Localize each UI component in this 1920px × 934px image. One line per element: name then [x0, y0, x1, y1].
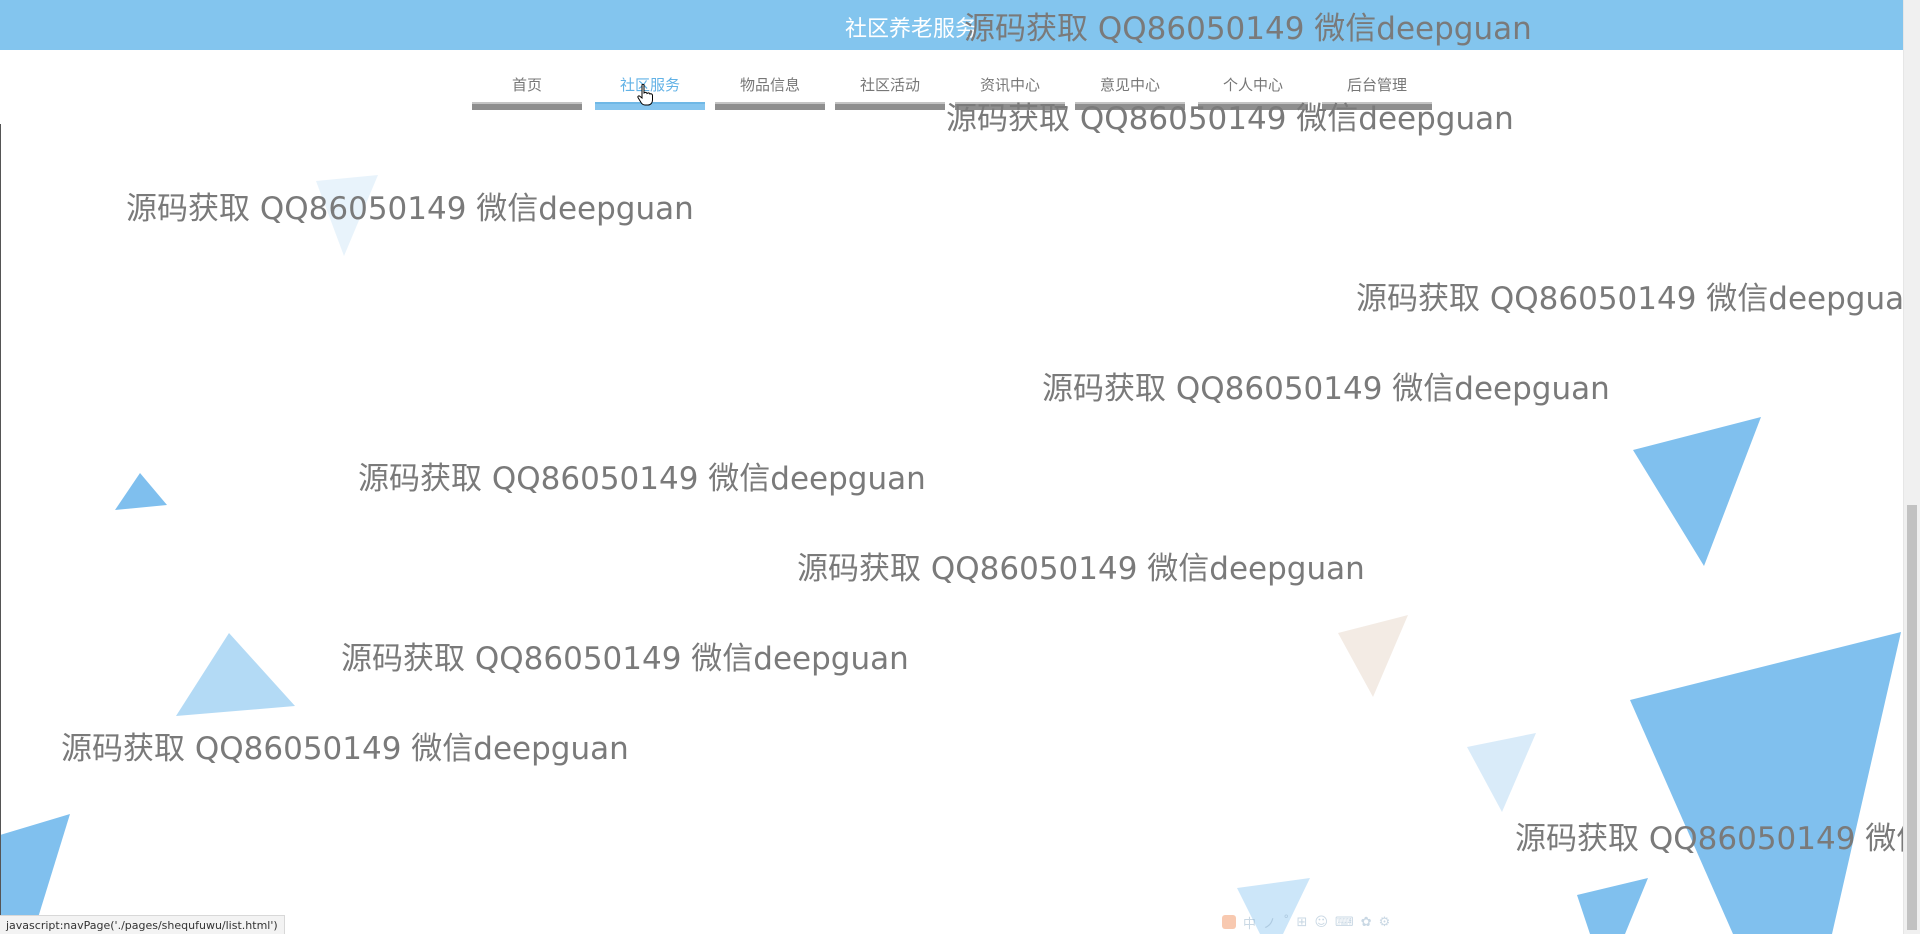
- nav-item-label: 资讯中心: [979, 76, 1040, 94]
- ime-logo-icon[interactable]: [1222, 915, 1236, 929]
- nav-item-community-activities[interactable]: 社区活动: [835, 50, 945, 124]
- page: 社区养老服务 首页 社区服务 物品信息 社区活动 资讯中心 意见中心 个人中心: [0, 0, 1920, 934]
- ime-keyboard-icon[interactable]: ⊞: [1297, 915, 1308, 930]
- main-nav: 首页 社区服务 物品信息 社区活动 资讯中心 意见中心 个人中心 后台管理: [0, 50, 1903, 124]
- nav-item-underline: [1322, 102, 1432, 110]
- header-bar: 社区养老服务: [0, 0, 1903, 50]
- nav-item-underline: [715, 102, 825, 110]
- nav-item-label: 社区活动: [859, 76, 920, 94]
- nav-item-feedback-center[interactable]: 意见中心: [1075, 50, 1185, 124]
- nav-item-label: 后台管理: [1346, 76, 1407, 94]
- site-title: 社区养老服务: [845, 17, 978, 42]
- browser-status-bar: javascript:navPage('./pages/shequfuwu/li…: [0, 915, 285, 934]
- main-content: [0, 124, 1903, 934]
- ime-settings-icon[interactable]: ⚙: [1379, 915, 1391, 930]
- nav-item-news-center[interactable]: 资讯中心: [955, 50, 1065, 124]
- nav-item-label: 个人中心: [1222, 76, 1283, 94]
- nav-item-label: 意见中心: [1099, 76, 1160, 94]
- nav-item-underline: [472, 102, 582, 110]
- nav-item-label: 物品信息: [739, 76, 800, 94]
- nav-item-community-service[interactable]: 社区服务: [595, 50, 705, 124]
- ime-skin-icon[interactable]: ✿: [1361, 915, 1372, 930]
- ime-softkeyboard-icon[interactable]: ⌨: [1335, 915, 1354, 930]
- ime-emoji-icon[interactable]: ☺: [1314, 915, 1328, 930]
- ime-dot-icon[interactable]: ˚: [1283, 915, 1290, 930]
- ime-mode-icon[interactable]: 中: [1243, 913, 1256, 932]
- ime-punctuation-icon[interactable]: ノ: [1263, 913, 1276, 932]
- scrollbar-thumb[interactable]: [1907, 505, 1917, 930]
- nav-item-admin[interactable]: 后台管理: [1322, 50, 1432, 124]
- vertical-scrollbar[interactable]: [1903, 0, 1920, 934]
- nav-item-label: 社区服务: [619, 76, 680, 94]
- nav-item-home[interactable]: 首页: [472, 50, 582, 124]
- nav-item-personal-center[interactable]: 个人中心: [1198, 50, 1308, 124]
- nav-item-label: 首页: [511, 76, 542, 94]
- nav-item-goods-info[interactable]: 物品信息: [715, 50, 825, 124]
- nav-item-underline: [1075, 102, 1185, 110]
- nav-item-underline: [595, 102, 705, 110]
- nav-item-underline: [1198, 102, 1308, 110]
- nav-item-underline: [835, 102, 945, 110]
- ime-toolbar[interactable]: 中 ノ ˚ ⊞ ☺ ⌨ ✿ ⚙: [1222, 912, 1390, 932]
- nav-item-underline: [955, 102, 1065, 110]
